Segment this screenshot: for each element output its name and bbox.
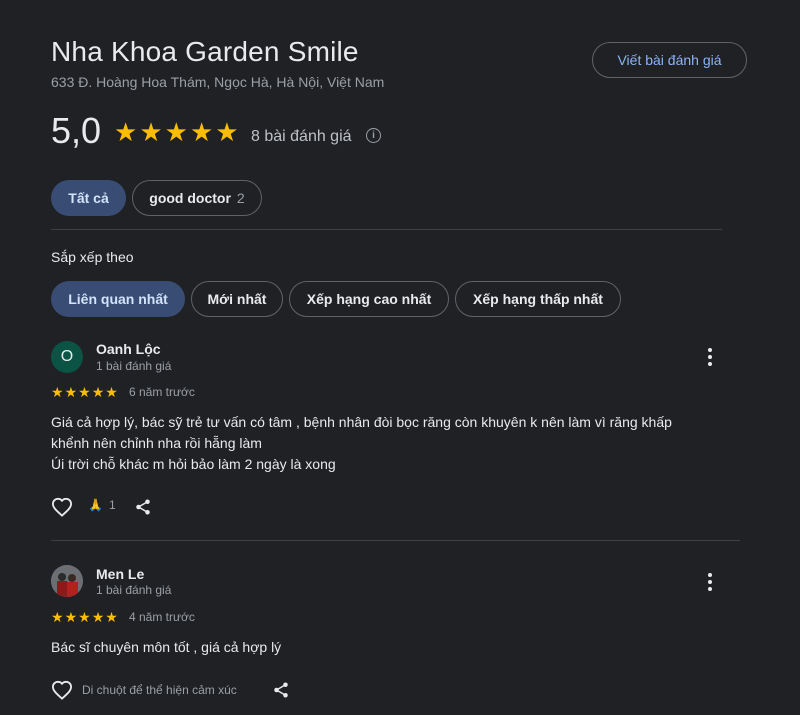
info-icon[interactable]: i (366, 128, 381, 143)
star-icon: ★ (91, 609, 105, 625)
review-stars: ★ ★ ★ ★ ★ (51, 610, 118, 624)
review-text-line: Bác sĩ chuyên môn tốt , giá cả hợp lý (51, 639, 282, 655)
avatar-photo-icon (51, 565, 83, 597)
review-count: 8 bài đánh giá (251, 128, 352, 145)
review-text-line: Úi trời chỗ khác m hỏi bảo làm 2 ngày là… (51, 456, 336, 472)
sort-option-relevant[interactable]: Liên quan nhất (51, 281, 185, 317)
star-icon: ★ (64, 609, 78, 625)
star-icon: ★ (139, 117, 163, 147)
heart-icon[interactable] (51, 680, 73, 700)
star-icon: ★ (91, 384, 105, 400)
star-icon: ★ (105, 609, 118, 625)
filter-all-chip[interactable]: Tất cả (51, 180, 126, 216)
star-icon: ★ (64, 384, 78, 400)
avatar[interactable]: O (51, 341, 83, 373)
reviewer-review-count: 1 bài đánh giá (96, 583, 172, 597)
review-time: 4 năm trước (129, 610, 195, 624)
reaction-hint: Di chuột để thể hiện cảm xúc (82, 683, 237, 697)
star-icon: ★ (164, 117, 188, 147)
sort-option-label: Liên quan nhất (68, 291, 168, 307)
filter-all-label: Tất cả (68, 190, 109, 206)
review-time: 6 năm trước (129, 385, 195, 399)
more-options-icon[interactable] (707, 348, 713, 366)
heart-icon[interactable] (51, 497, 73, 517)
sort-option-lowest[interactable]: Xếp hạng thấp nhất (455, 281, 621, 317)
star-icon: ★ (189, 117, 214, 147)
filter-topic-label: good doctor (149, 190, 231, 206)
rating-value: 5,0 (51, 110, 102, 151)
reviewer-name[interactable]: Men Le (96, 566, 144, 582)
review-text-line: khểnh nên chỉnh nha rồi hẵng làm (51, 435, 262, 451)
review-text: Bác sĩ chuyên môn tốt , giá cả hợp lý (51, 637, 751, 658)
place-title: Nha Khoa Garden Smile (51, 36, 359, 67)
star-icon: ★ (78, 384, 91, 400)
star-icon: ★ (51, 384, 64, 400)
reviewer-review-count: 1 bài đánh giá (96, 359, 172, 373)
review-text-line: Giá cả hợp lý, bác sỹ trẻ tư vấn có tâm … (51, 414, 672, 430)
divider (51, 540, 740, 541)
more-options-icon[interactable] (707, 573, 713, 591)
pray-emoji-icon: 🙏 (88, 498, 103, 512)
review-stars: ★ ★ ★ ★ ★ (51, 385, 118, 399)
sort-option-highest[interactable]: Xếp hạng cao nhất (289, 281, 449, 317)
sort-option-label: Xếp hạng cao nhất (306, 291, 432, 307)
star-icon: ★ (114, 117, 138, 147)
share-icon[interactable] (134, 498, 152, 516)
star-icon: ★ (78, 609, 91, 625)
sort-label: Sắp xếp theo (51, 249, 134, 265)
place-address: 633 Đ. Hoàng Hoa Thám, Ngọc Hà, Hà Nội, … (51, 74, 385, 90)
star-icon: ★ (105, 384, 118, 400)
reviewer-name[interactable]: Oanh Lộc (96, 341, 161, 357)
write-review-button[interactable]: Viết bài đánh giá (592, 42, 747, 78)
review-text: Giá cả hợp lý, bác sỹ trẻ tư vấn có tâm … (51, 412, 751, 475)
star-icon: ★ (51, 609, 64, 625)
filter-topic-chip[interactable]: good doctor 2 (132, 180, 262, 216)
filter-topic-count: 2 (236, 190, 245, 206)
divider (51, 229, 722, 230)
share-icon[interactable] (272, 681, 290, 699)
rating-stars: ★ ★ ★ ★ ★ (114, 118, 239, 146)
reaction[interactable]: 🙏 1 (88, 498, 116, 512)
sort-option-label: Xếp hạng thấp nhất (473, 291, 603, 307)
reaction-count: 1 (108, 498, 116, 512)
sort-option-newest[interactable]: Mới nhất (191, 281, 283, 317)
sort-option-label: Mới nhất (207, 291, 267, 307)
avatar[interactable] (51, 565, 83, 597)
star-icon: ★ (215, 117, 239, 147)
